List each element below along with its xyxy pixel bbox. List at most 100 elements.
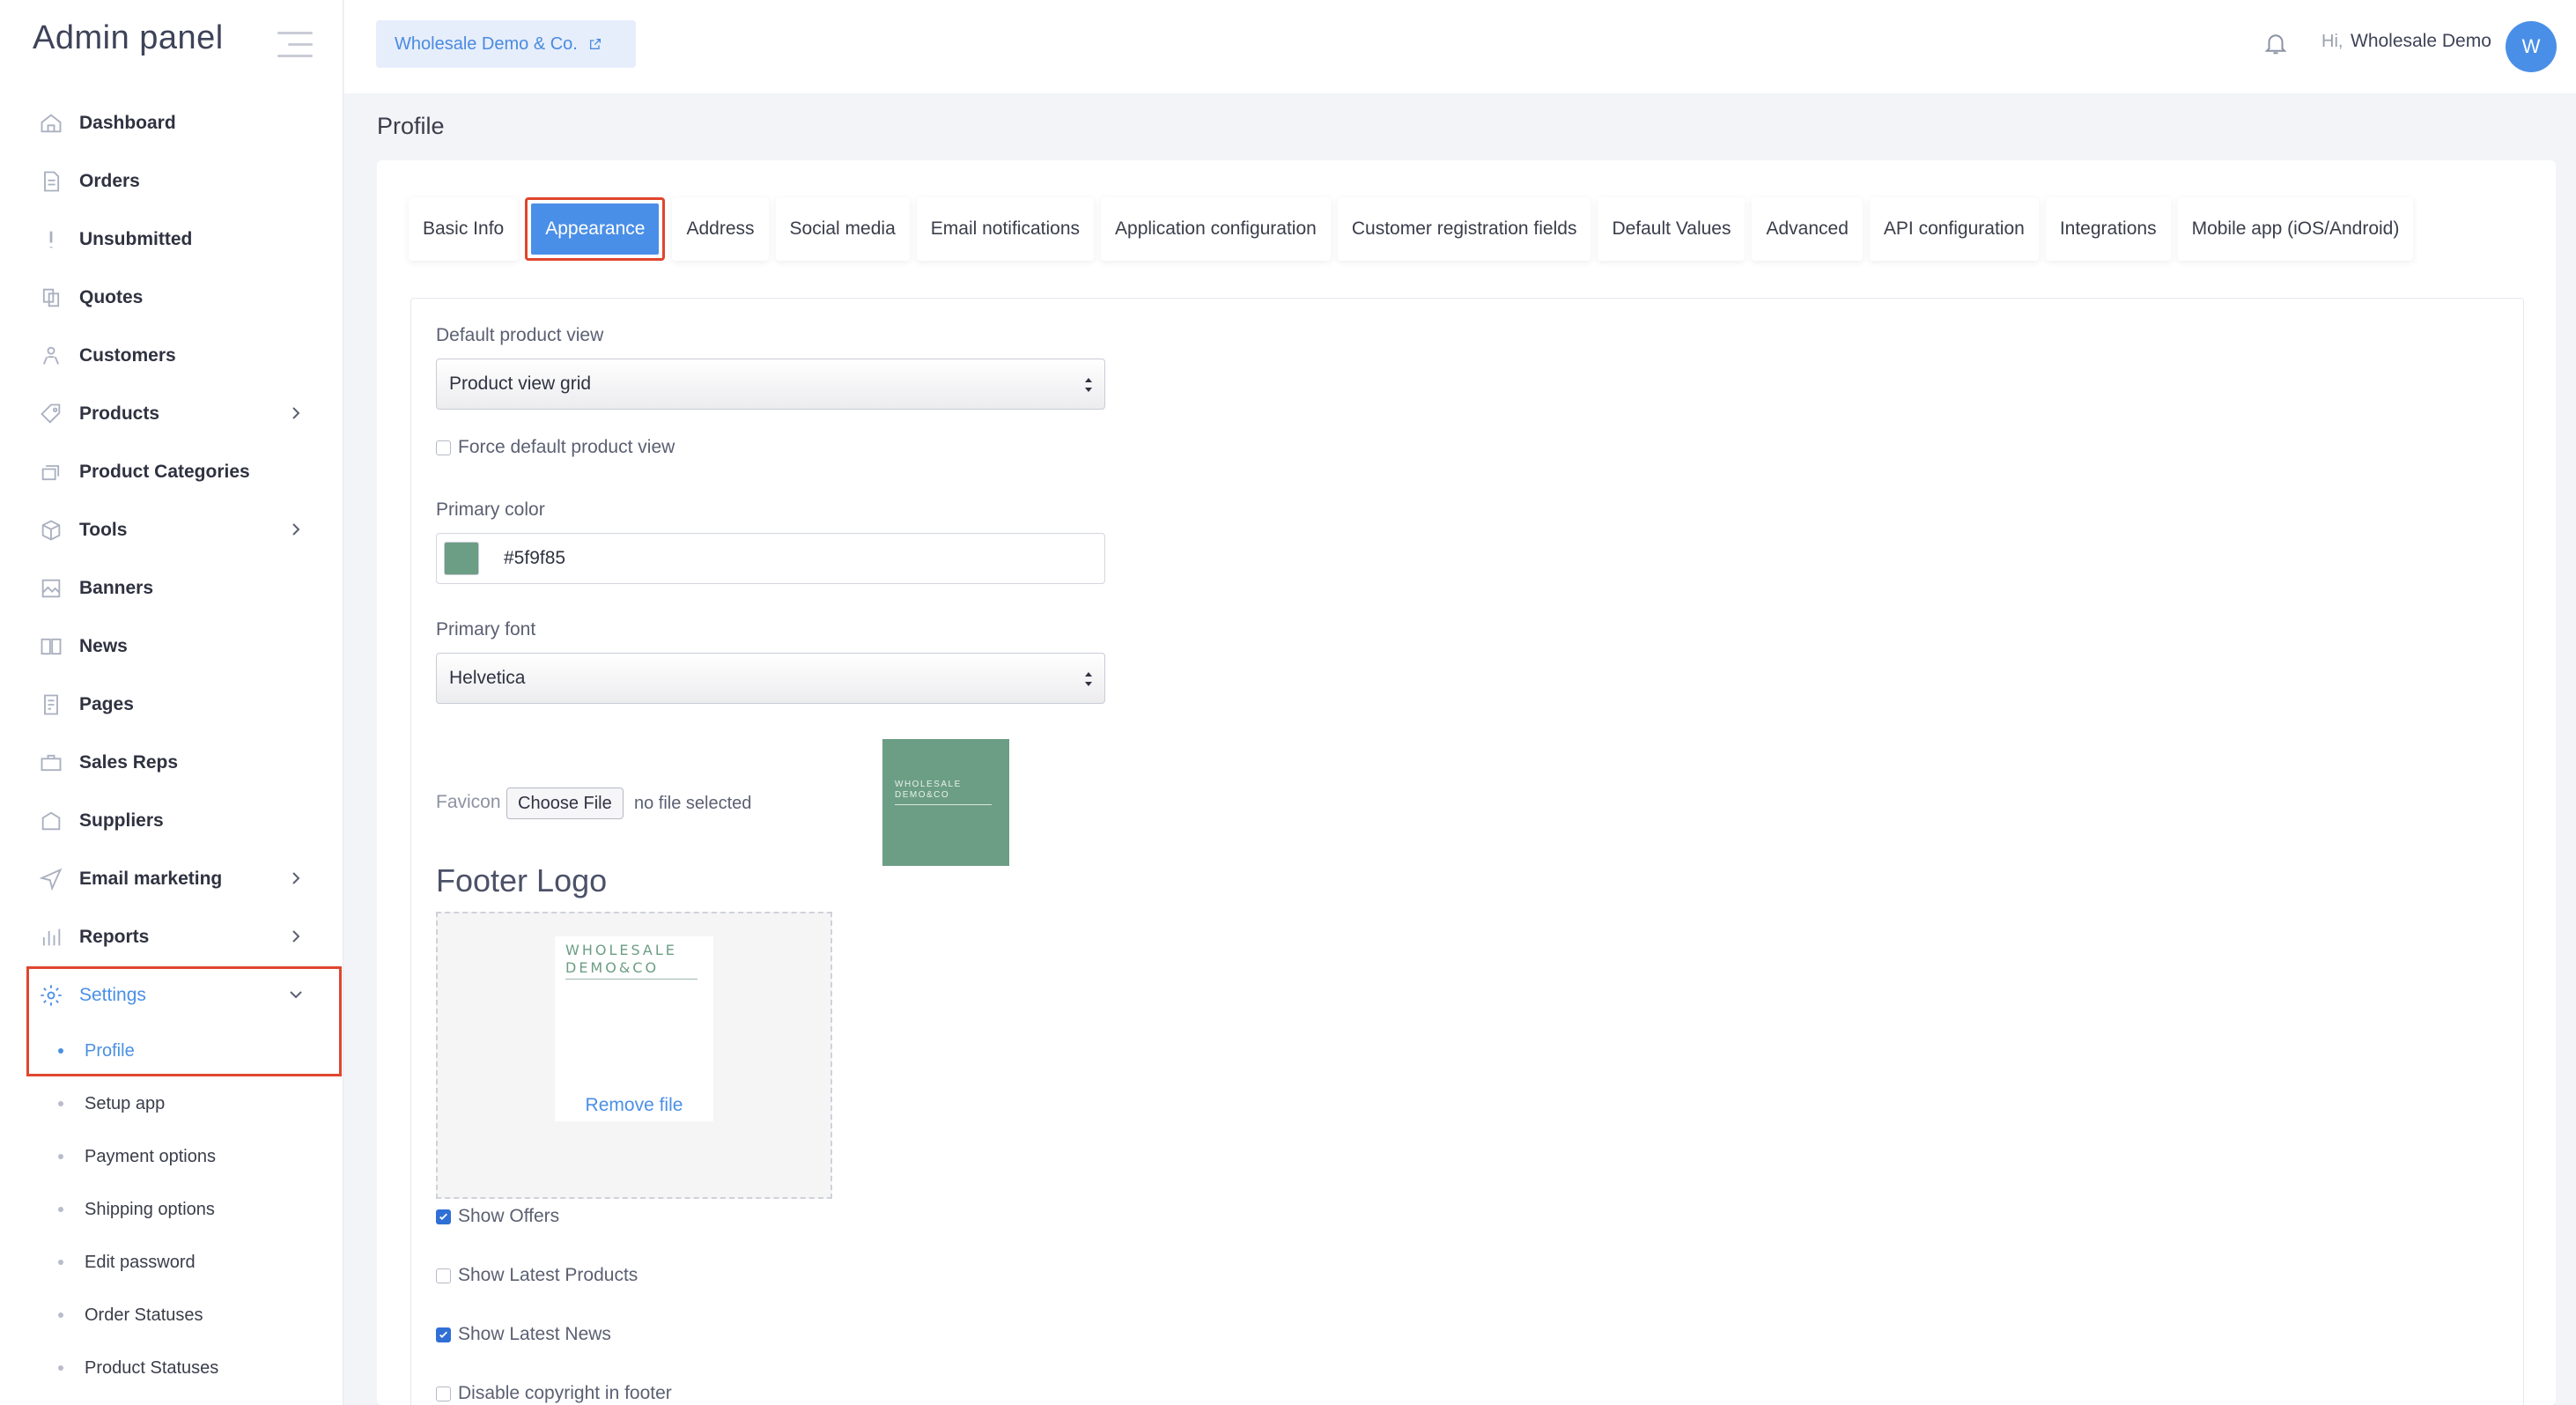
tab-label: Mobile app (iOS/Android) [2191,218,2400,239]
checkbox-box[interactable] [436,1209,451,1224]
chevron-down-icon [290,991,302,999]
file-status-text: no file selected [634,794,752,813]
choose-file-button[interactable]: Choose File [506,788,624,819]
sidebar-item-product-categories[interactable]: Product Categories [26,450,317,494]
force-default-checkbox[interactable]: Force default product view [436,437,675,458]
sidebar-item-email-marketing[interactable]: Email marketing [26,857,317,901]
show-offers-checkbox[interactable]: Show Offers [436,1206,559,1227]
tab-customer-registration-fields[interactable]: Customer registration fields [1337,197,1591,261]
disable-copyright-checkbox[interactable]: Disable copyright in footer [436,1383,672,1404]
sidebar-item-label: Sales Reps [79,752,179,773]
tab-label: Advanced [1766,218,1849,239]
gear-icon [37,981,65,1009]
sidebar-subitem-setup-app[interactable]: Setup app [58,1086,165,1121]
box-icon [37,516,65,544]
tab-email-notifications[interactable]: Email notifications [916,197,1095,261]
sidebar-subitem-order-statuses[interactable]: Order Statuses [58,1298,203,1333]
disable-copyright-label: Disable copyright in footer [458,1383,672,1403]
show-offers-label: Show Offers [458,1206,560,1226]
sidebar-item-settings[interactable]: Settings [26,973,317,1017]
sidebar-item-label: Suppliers [79,810,164,831]
sidebar-subitem-payment-options[interactable]: Payment options [58,1139,216,1174]
sidebar-subitem-profile[interactable]: Profile [58,1033,135,1069]
sidebar-item-orders[interactable]: Orders [26,159,317,203]
store-name: Wholesale Demo & Co. [395,33,578,54]
sidebar-subitem-label: Payment options [85,1146,216,1166]
footer-logo-text: WHOLESALE DEMO&CO [565,942,677,976]
primary-font-value: Helvetica [449,668,526,688]
sidebar-item-label: Customers [79,345,176,366]
checkbox-box[interactable] [436,1327,451,1342]
appearance-panel: Default product view Product view grid F… [410,298,2524,1405]
sidebar-subitem-shipping-options[interactable]: Shipping options [58,1192,215,1227]
greeting-text: Hi, [2321,32,2343,51]
tab-application-configuration[interactable]: Application configuration [1101,197,1331,261]
tab-address[interactable]: Address [672,197,769,261]
checkbox-box[interactable] [436,440,451,455]
sidebar: Admin panel Dashboard Orders Unsubmitted… [0,0,343,1405]
external-link-icon [589,39,601,49]
sidebar-subitem-edit-password[interactable]: Edit password [58,1245,196,1280]
tab-label: Appearance [531,203,660,255]
default-view-label: Default product view [436,325,604,345]
remove-file-link[interactable]: Remove file [555,1095,713,1116]
tab-label: Social media [789,218,896,239]
sidebar-item-quotes[interactable]: Quotes [26,276,317,320]
sidebar-item-label: Product Categories [79,462,250,482]
store-link-button[interactable]: Wholesale Demo & Co. [376,20,636,68]
tab-basic-info[interactable]: Basic Info [409,197,519,261]
sidebar-item-sales-reps[interactable]: Sales Reps [26,741,317,785]
default-view-value: Product view grid [449,373,592,394]
tab-social-media[interactable]: Social media [775,197,910,261]
tab-default-values[interactable]: Default Values [1598,197,1746,261]
image-icon [37,574,65,603]
bell-icon[interactable] [2262,28,2289,58]
tab-appearance[interactable]: Appearance [525,197,666,261]
tab-label: API configuration [1883,218,2025,239]
avatar[interactable]: W [2506,21,2557,72]
footer-logo-thumbnail: WHOLESALE DEMO&CO Remove file [555,936,713,1121]
sidebar-item-label: Banners [79,578,154,598]
menu-toggle-icon[interactable] [277,32,313,58]
checkbox-box[interactable] [436,1268,451,1283]
primary-font-select[interactable]: Helvetica [436,653,1105,704]
sidebar-subitem-product-statuses[interactable]: Product Statuses [58,1350,218,1386]
exclamation-icon [37,226,65,254]
sidebar-subitem-label: Shipping options [85,1199,215,1219]
sidebar-item-label: Dashboard [79,113,176,133]
tab-mobile-app[interactable]: Mobile app (iOS/Android) [2177,197,2414,261]
tab-integrations[interactable]: Integrations [2045,197,2171,261]
show-latest-news-label: Show Latest News [458,1324,611,1344]
page-icon [37,691,65,719]
sidebar-item-label: Products [79,403,160,424]
sidebar-item-customers[interactable]: Customers [26,334,317,378]
sidebar-item-dashboard[interactable]: Dashboard [26,101,317,145]
sidebar-item-banners[interactable]: Banners [26,566,317,610]
sidebar-item-reports[interactable]: Reports [26,915,317,959]
footer-logo-dropzone[interactable]: WHOLESALE DEMO&CO Remove file [436,912,832,1199]
document-icon [37,167,65,196]
show-latest-products-checkbox[interactable]: Show Latest Products [436,1265,638,1286]
chevron-right-icon [292,407,300,419]
tab-label: Integrations [2059,218,2157,239]
primary-color-input[interactable]: #5f9f85 [436,533,1105,584]
chevron-right-icon [292,872,300,884]
sidebar-item-news[interactable]: News [26,625,317,669]
show-latest-news-checkbox[interactable]: Show Latest News [436,1324,611,1345]
show-latest-products-label: Show Latest Products [458,1265,638,1285]
bar-chart-icon [37,923,65,951]
tab-label: Address [686,218,755,239]
sidebar-item-suppliers[interactable]: Suppliers [26,799,317,843]
sidebar-item-label: News [79,636,128,656]
checkbox-box[interactable] [436,1386,451,1401]
tab-advanced[interactable]: Advanced [1752,197,1863,261]
sidebar-item-unsubmitted[interactable]: Unsubmitted [26,218,317,262]
home-icon [37,109,65,137]
default-view-select[interactable]: Product view grid [436,359,1105,410]
primary-color-value: #5f9f85 [504,548,566,568]
tab-api-configuration[interactable]: API configuration [1869,197,2039,261]
color-swatch[interactable] [444,542,479,575]
sidebar-item-products[interactable]: Products [26,392,317,436]
sidebar-item-pages[interactable]: Pages [26,683,317,727]
sidebar-item-tools[interactable]: Tools [26,508,317,552]
